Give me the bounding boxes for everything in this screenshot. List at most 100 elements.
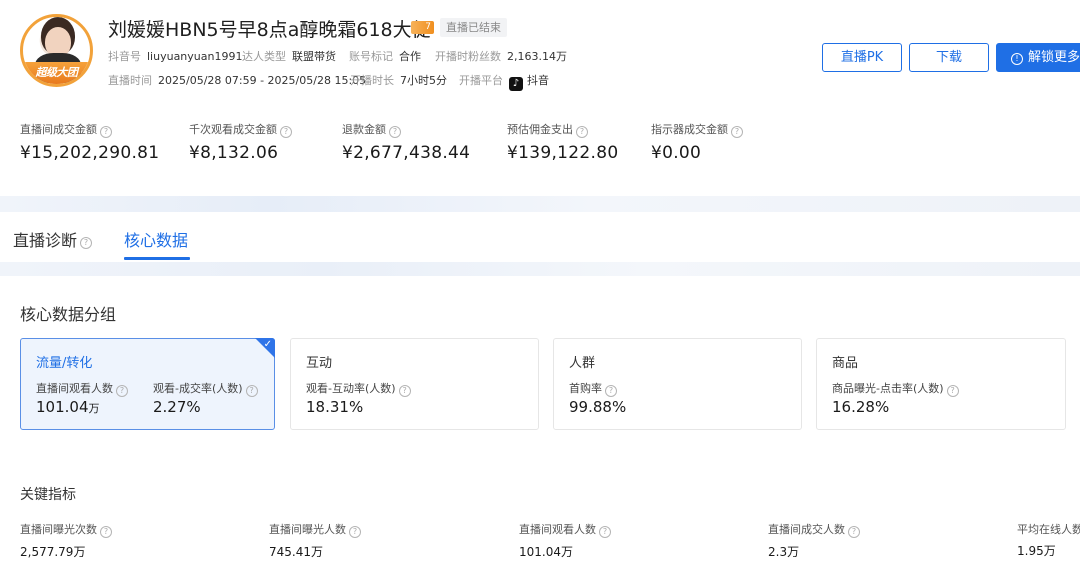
platform-label: 开播平台 [459,74,503,87]
key-metric-viewers: 直播间观看人数? 101.04万 [519,521,611,560]
help-icon[interactable]: ? [100,526,112,538]
check-icon: ✓ [263,339,272,350]
creator-type-row: 达人类型 联盟带货 [242,48,336,64]
start-fans-label: 开播时粉丝数 [435,50,501,63]
key-metric-label: 平均在线人数 [1017,523,1080,536]
douyin-id-row: 抖音号 liuyuanyuan1991 [108,48,242,64]
account-tag-label: 账号标记 [349,50,393,63]
help-icon[interactable]: ? [398,385,411,397]
divider [0,262,1080,276]
level-badge: 7 [411,21,434,34]
divider [0,196,1080,212]
card-metric-label-text: 直播间观看人数 [36,382,113,395]
douyin-icon: ♪ [509,77,523,91]
key-metric-exposure-users: 直播间曝光人数? 745.41万 [269,521,361,560]
streamer-avatar: 超级大团 [20,14,93,87]
card-metric-value: 99.88% [569,398,627,416]
avatar-band-text: 超级大团 [35,66,79,79]
group-card-traffic[interactable]: ✓ 流量/转化 直播间观看人数? 101.04万 观看-成交率(人数)? 2.2… [20,338,275,430]
group-card-name: 互动 [306,356,333,371]
live-title: 刘媛媛HBN5号早8点a醇晚霜618大促 [108,19,431,41]
live-time-row: 直播时间 2025/05/28 07:59 - 2025/05/28 15:05 [108,72,366,88]
group-card-audience[interactable]: 人群 首购率? 99.88% [553,338,802,430]
help-icon[interactable]: ? [245,385,258,397]
key-metric-value: 1.95万 [1017,544,1056,558]
group-card-name: 商品 [832,356,859,371]
help-icon[interactable]: ? [116,385,128,397]
live-time-value: 2025/05/28 07:59 - 2025/05/28 15:05 [158,74,367,87]
card-metric-value: 16.28% [832,398,890,416]
download-button[interactable]: 下载 [909,43,989,72]
duration-value: 7小时5分 [400,74,447,87]
duration-label: 开播时长 [350,74,394,87]
help-icon[interactable]: ? [576,126,588,138]
help-icon[interactable]: ? [848,526,860,538]
platform-row: 开播平台 ♪ 抖音 [459,72,549,91]
douyin-id-value: liuyuanyuan1991 [147,50,243,63]
tab-diagnosis-label: 直播诊断 [13,231,78,250]
group-card-product[interactable]: 商品 商品曝光-点击率(人数)? 16.28% [816,338,1066,430]
card-metric-label: 首购率? [569,380,617,397]
metric-refund-label: 退款金额 [342,123,386,136]
key-metric-buyers: 直播间成交人数? 2.3万 [768,521,860,560]
key-metric-label: 直播间成交人数 [768,523,845,536]
key-metric-label: 直播间曝光人数 [269,523,346,536]
metric-gpm-value: ¥8,132.06 [189,143,279,163]
creator-type-label: 达人类型 [242,50,286,63]
active-tab-indicator [124,257,190,260]
group-card-interaction[interactable]: 互动 观看-互动率(人数)? 18.31% [290,338,539,430]
help-icon[interactable]: ? [389,126,401,138]
creator-type-value: 联盟带货 [292,50,336,63]
help-icon[interactable]: ? [946,385,959,397]
help-icon[interactable]: ? [100,126,112,138]
account-tag-value: 合作 [399,50,421,63]
start-fans-row: 开播时粉丝数 2,163.14万 [435,48,567,64]
key-metric-label: 直播间曝光次数 [20,523,97,536]
metric-indicator-gmv-label: 指示器成交金额 [651,123,728,136]
card-metric-label: 商品曝光-点击率(人数)? [832,380,959,397]
metric-gmv: 直播间成交金额? ¥15,202,290.81 [20,121,159,163]
account-tag-row: 账号标记 合作 [349,48,421,64]
help-icon[interactable]: ? [80,237,93,249]
card-metric-value: 18.31% [306,398,364,416]
unlock-more-label: 解锁更多 [1028,50,1080,65]
key-metric-value: 2,577.79万 [20,545,86,559]
metric-commission-label: 预估佣金支出 [507,123,573,136]
start-fans-value: 2,163.14万 [507,50,567,63]
key-metric-value: 2.3万 [768,545,800,559]
card-metric-label-text: 观看-成交率(人数) [153,382,243,395]
help-icon[interactable]: ? [599,526,611,538]
metric-indicator-gmv: 指示器成交金额? ¥0.00 [651,121,743,163]
card-metric-label: 观看-互动率(人数)? [306,380,411,397]
card-metric-value: 2.27% [153,398,201,416]
card-metric-unit: 万 [88,402,100,415]
metric-indicator-gmv-value: ¥0.00 [651,143,702,163]
card-metric-label-text: 观看-互动率(人数) [306,382,396,395]
unlock-icon: ! [1011,53,1023,65]
key-metrics-title: 关键指标 [20,487,76,503]
metric-commission: 预估佣金支出? ¥139,122.80 [507,121,618,163]
douyin-id-label: 抖音号 [108,50,141,63]
metric-refund-value: ¥2,677,438.44 [342,143,471,163]
card-metric-value-number: 101.04 [36,398,89,416]
key-metric-value: 101.04万 [519,545,573,559]
key-metric-impressions: 直播间曝光次数? 2,577.79万 [20,521,112,560]
duration-row: 开播时长 7小时5分 [350,72,447,88]
help-icon[interactable]: ? [605,385,617,397]
card-metric-label: 直播间观看人数? [36,380,128,397]
status-badge: 直播已结束 [440,18,507,37]
metric-refund: 退款金额? ¥2,677,438.44 [342,121,470,163]
help-icon[interactable]: ? [280,126,292,138]
tab-diagnosis[interactable]: 直播诊断? [13,227,93,251]
group-card-name: 人群 [569,356,596,371]
platform-value: 抖音 [527,74,549,87]
help-icon[interactable]: ? [731,126,743,138]
tab-core-data[interactable]: 核心数据 [124,227,188,251]
live-pk-button[interactable]: 直播PK [822,43,902,72]
card-metric-label-text: 首购率 [569,382,602,395]
card-metric-label: 观看-成交率(人数)? [153,380,258,397]
key-metric-value: 745.41万 [269,545,323,559]
help-icon[interactable]: ? [349,526,361,538]
metric-gpm: 千次观看成交金额? ¥8,132.06 [189,121,292,163]
unlock-more-button[interactable]: ! 解锁更多 [996,43,1080,72]
